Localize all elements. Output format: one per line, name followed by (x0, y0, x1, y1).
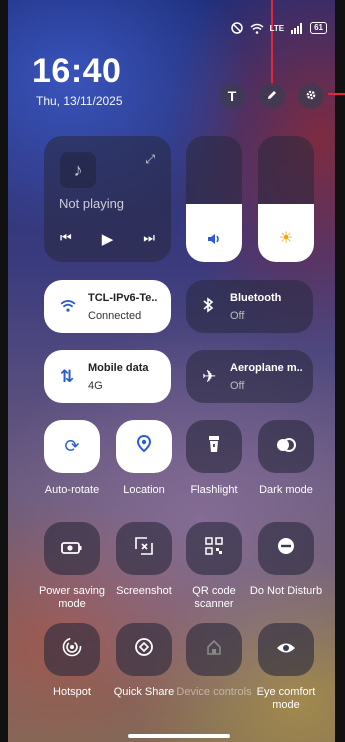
bluetooth-state: Off (230, 310, 245, 322)
bluetooth-tile[interactable]: Bluetooth Off (186, 280, 313, 333)
qr-scanner-button[interactable] (186, 522, 242, 575)
location-label: Location (123, 484, 165, 496)
music-note-icon: ♪ (60, 152, 96, 188)
frame-left (0, 0, 8, 742)
media-status: Not playing (59, 196, 125, 211)
expand-icon[interactable]: ⤢ (145, 152, 155, 167)
dark-mode-label: Dark mode (259, 484, 313, 496)
aeroplane-mode-tile[interactable]: ✈ Aeroplane m.. Off (186, 350, 313, 403)
dark-mode-toggle[interactable] (258, 420, 314, 473)
hotspot-label: Hotspot (53, 686, 91, 698)
annotation-line-vertical (271, 0, 273, 86)
settings-button[interactable] (298, 83, 324, 109)
eye-comfort-toggle[interactable] (258, 623, 314, 676)
network-type: LTE (269, 23, 285, 33)
eye-icon (276, 639, 296, 660)
text-size-button[interactable]: T (219, 83, 245, 109)
status-bar: LTE 61 (230, 22, 327, 34)
quick-share-icon (134, 637, 154, 662)
vibrate-mute-icon (230, 22, 244, 34)
eye-comfort-label: Eye comfort mode (256, 686, 316, 711)
wifi-tile[interactable]: TCL-IPv6-Te.. Connected (44, 280, 171, 333)
quick-share-label: Quick Share (113, 686, 175, 698)
power-saving-toggle[interactable] (44, 522, 100, 575)
do-not-disturb-toggle[interactable] (258, 522, 314, 575)
bluetooth-icon (202, 297, 214, 318)
screenshot-label: Screenshot (116, 585, 172, 597)
mobile-data-title: Mobile data (88, 362, 149, 374)
device-controls-button[interactable] (186, 623, 242, 676)
sun-icon: ☀ (278, 230, 294, 247)
location-toggle[interactable] (116, 420, 172, 473)
qr-code-icon (205, 537, 223, 560)
wifi-state: Connected (88, 310, 142, 322)
date: Thu, 13/11/2025 (36, 94, 123, 108)
hotspot-toggle[interactable] (44, 623, 100, 676)
next-icon[interactable]: ⏭ (143, 230, 155, 248)
qr-scanner-label: QR code scanner (192, 585, 236, 610)
play-icon[interactable]: ▶ (102, 230, 114, 248)
mobile-data-state: 4G (88, 380, 103, 392)
flashlight-toggle[interactable] (186, 420, 242, 473)
dark-mode-icon (276, 436, 296, 457)
auto-rotate-label: Auto-rotate (44, 484, 100, 496)
gear-icon (305, 88, 317, 104)
volume-slider[interactable] (186, 136, 242, 262)
data-arrows-icon: ⇅ (60, 367, 75, 386)
aeroplane-icon: ✈ (202, 367, 217, 386)
media-player-tile[interactable]: ♪ ⤢ Not playing ⏮ ▶ ⏭ (44, 136, 171, 262)
quick-share-toggle[interactable] (116, 623, 172, 676)
aeroplane-state: Off (230, 380, 245, 392)
mobile-data-tile[interactable]: ⇅ Mobile data 4G (44, 350, 171, 403)
dnd-label: Do Not Disturb (249, 585, 323, 597)
power-saving-label: Power saving mode (38, 585, 106, 610)
brightness-slider[interactable]: ☀ (258, 136, 314, 262)
wifi-name: TCL-IPv6-Te.. (88, 292, 158, 304)
home-icon (206, 639, 222, 660)
auto-rotate-toggle[interactable]: ⟳ (44, 420, 100, 473)
signal-icon (290, 22, 304, 34)
flashlight-label: Flashlight (190, 484, 238, 496)
previous-icon[interactable]: ⏮ (60, 230, 72, 248)
auto-rotate-icon: ⟳ (64, 436, 80, 456)
frame-right (335, 0, 345, 742)
hotspot-icon (62, 637, 82, 662)
wifi-icon (250, 22, 264, 34)
home-indicator[interactable] (128, 734, 230, 738)
battery-indicator: 61 (310, 22, 327, 34)
edit-button[interactable] (259, 83, 285, 109)
clock: 16:40 (32, 52, 122, 90)
wifi-icon (60, 297, 76, 317)
battery-saver-icon (61, 538, 83, 559)
annotation-line-horizontal (328, 93, 345, 95)
device-controls-label: Device controls (176, 686, 252, 698)
text-size-icon: T (227, 88, 237, 104)
bluetooth-title: Bluetooth (230, 292, 282, 304)
volume-icon (186, 232, 242, 248)
screenshot-icon (135, 537, 153, 560)
location-pin-icon (136, 434, 152, 458)
media-controls: ⏮ ▶ ⏭ (60, 230, 155, 248)
screenshot-button[interactable] (116, 522, 172, 575)
dnd-icon (277, 537, 295, 560)
aeroplane-title: Aeroplane m.. (230, 362, 303, 374)
pencil-icon (266, 88, 278, 104)
flashlight-icon (208, 435, 220, 458)
